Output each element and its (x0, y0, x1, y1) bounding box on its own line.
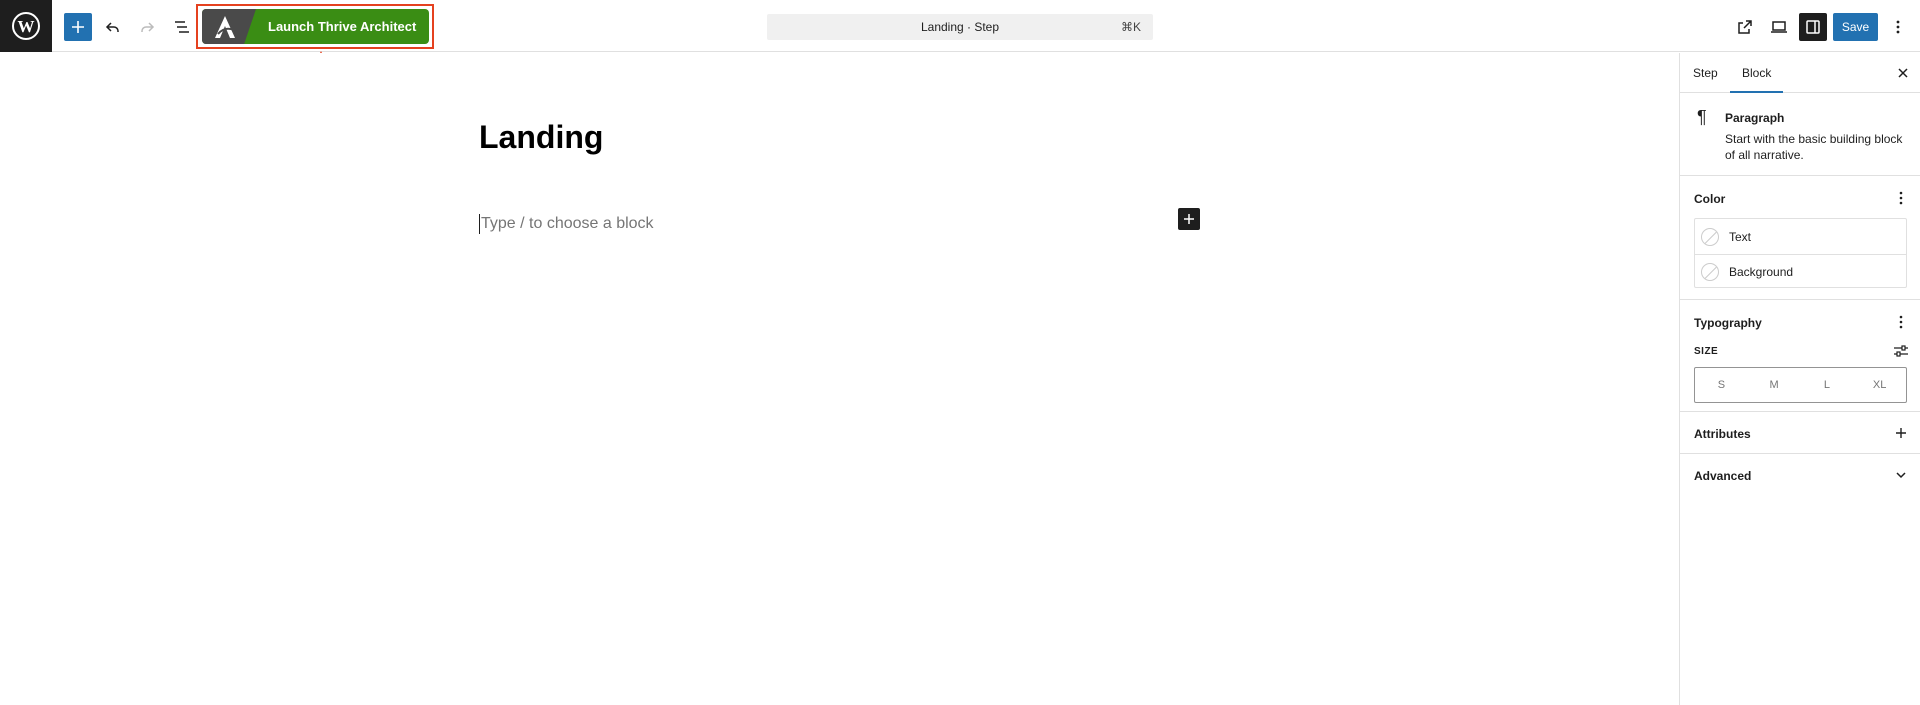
tab-block[interactable]: Block (1730, 53, 1784, 93)
advanced-panel[interactable]: Advanced (1680, 454, 1920, 496)
typography-options-button[interactable] (1893, 314, 1909, 330)
color-item-label: Text (1729, 229, 1752, 244)
advanced-toggle-button[interactable] (1893, 467, 1909, 483)
block-description: Start with the basic building block of a… (1725, 132, 1903, 162)
post-title[interactable]: Landing (479, 119, 603, 156)
svg-text:W: W (18, 17, 35, 36)
paragraph-block-placeholder[interactable]: Type / to choose a block (479, 214, 654, 234)
color-list: Text Background (1694, 218, 1907, 288)
attributes-panel[interactable]: Attributes (1680, 412, 1920, 454)
sidebar-panel-icon (1806, 20, 1820, 34)
wordpress-icon: W (12, 12, 40, 40)
more-vertical-icon (1899, 315, 1903, 329)
more-vertical-icon (1896, 20, 1900, 34)
block-card: ¶ Paragraph Start with the basic buildin… (1680, 93, 1920, 176)
settings-toggle-button[interactable] (1799, 13, 1827, 41)
advanced-panel-title: Advanced (1694, 469, 1752, 483)
command-shortcut: ⌘K (1120, 20, 1141, 34)
list-view-icon (175, 21, 189, 33)
typography-panel: Typography SIZE S M L XL (1680, 300, 1920, 412)
tab-step[interactable]: Step (1693, 53, 1718, 93)
thrive-button-label: Launch Thrive Architect (268, 19, 417, 34)
sliders-icon (1894, 345, 1908, 357)
desktop-icon (1771, 21, 1787, 33)
device-preview-button[interactable] (1765, 13, 1793, 41)
plus-icon (1184, 214, 1194, 224)
block-inserter-button[interactable] (64, 13, 92, 41)
empty-swatch-icon (1701, 263, 1719, 281)
undo-icon (105, 22, 119, 32)
document-bar[interactable]: Landing · Step ⌘K (767, 14, 1153, 40)
color-panel-title: Color (1694, 192, 1726, 206)
plus-icon (1896, 428, 1906, 438)
inline-block-inserter-button[interactable] (1178, 208, 1200, 230)
launch-thrive-architect-button[interactable]: Launch Thrive Architect (202, 9, 429, 44)
external-link-icon (1738, 20, 1752, 34)
custom-size-button[interactable] (1893, 343, 1909, 359)
redo-icon (141, 22, 155, 32)
document-overview-button[interactable] (168, 13, 196, 41)
block-name: Paragraph (1725, 111, 1785, 125)
settings-sidebar: Step Block ¶ Paragraph Start with the ba… (1679, 53, 1920, 705)
size-option-xl[interactable]: XL (1853, 368, 1906, 402)
size-option-l[interactable]: L (1801, 368, 1854, 402)
close-sidebar-button[interactable] (1893, 63, 1913, 83)
attributes-panel-title: Attributes (1694, 427, 1751, 441)
paragraph-icon: ¶ (1697, 107, 1707, 127)
thrive-logo-icon (202, 9, 256, 44)
view-post-button[interactable] (1731, 13, 1759, 41)
editor-canvas: Landing Type / to choose a block (0, 53, 1679, 705)
redo-button[interactable] (133, 13, 161, 41)
color-item-background[interactable]: Background (1695, 254, 1906, 289)
size-label: SIZE (1694, 346, 1719, 357)
chevron-down-icon (1896, 472, 1906, 479)
plus-icon (72, 21, 84, 33)
font-size-toggle-group: S M L XL (1694, 367, 1907, 403)
color-item-label: Background (1729, 265, 1794, 279)
options-menu-button[interactable] (1886, 13, 1910, 41)
document-title: Landing · Step (920, 20, 1000, 34)
close-icon (1898, 68, 1908, 78)
wordpress-logo-button[interactable]: W (0, 0, 52, 52)
size-option-m[interactable]: M (1748, 368, 1801, 402)
more-vertical-icon (1899, 191, 1903, 205)
save-button[interactable]: Save (1833, 13, 1878, 41)
editor-toolbar: W Launch Thrive Architect Landing · Step… (0, 0, 1920, 52)
empty-swatch-icon (1701, 227, 1719, 246)
color-panel: Color Text Background (1680, 176, 1920, 300)
add-attribute-button[interactable] (1893, 425, 1909, 441)
sidebar-tabs: Step Block (1680, 53, 1920, 93)
color-options-button[interactable] (1893, 190, 1909, 206)
size-option-s[interactable]: S (1695, 368, 1748, 402)
typography-panel-title: Typography (1694, 316, 1762, 330)
color-item-text[interactable]: Text (1695, 219, 1906, 254)
undo-button[interactable] (99, 13, 127, 41)
